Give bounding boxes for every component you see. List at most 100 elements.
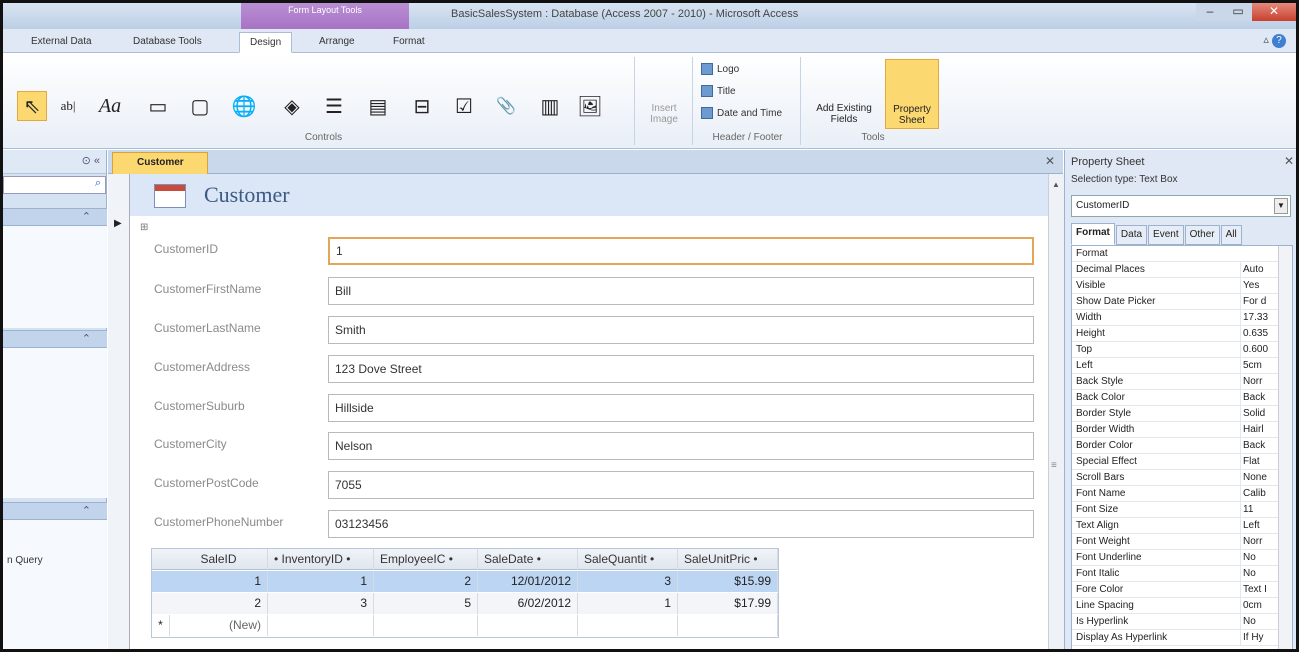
property-row[interactable]: Display As Hyperlink If Hy (1072, 630, 1292, 646)
nav-search-input[interactable]: ⌕ (3, 176, 106, 194)
property-row[interactable]: Left 5cm (1072, 358, 1292, 374)
tab-external-data[interactable]: External Data (21, 32, 102, 53)
minimize-ribbon-caret-icon[interactable]: ▵ (1263, 34, 1269, 46)
chevron-down-icon[interactable]: ▼ (1274, 198, 1288, 214)
table-row[interactable]: 2 3 5 6/02/2012 1 $17.99 (152, 593, 778, 614)
customer-last-name-field[interactable]: Smith (328, 316, 1034, 344)
web-browser-icon[interactable]: ◈ (277, 91, 307, 121)
property-row[interactable]: Line Spacing 0cm (1072, 598, 1292, 614)
cell-inventory-id[interactable]: 1 (268, 571, 374, 592)
tab-database-tools[interactable]: Database Tools (123, 32, 212, 53)
col-employee-id[interactable]: EmployeeIC • (374, 549, 478, 570)
cell-sale-unit-price[interactable]: $17.99 (678, 593, 778, 614)
close-document-icon[interactable]: ✕ (1045, 154, 1055, 168)
col-inventory-id[interactable]: • InventoryID • (268, 549, 374, 570)
property-row[interactable]: Fore Color Text I (1072, 582, 1292, 598)
selection-dropdown[interactable]: CustomerID ▼ (1071, 195, 1291, 217)
property-row[interactable]: Special Effect Flat (1072, 454, 1292, 470)
property-row[interactable]: Top 0.600 (1072, 342, 1292, 358)
combo-box-icon[interactable]: ▥ (535, 91, 565, 121)
scroll-up-icon[interactable]: ▲ (1052, 180, 1060, 189)
customer-first-name-field[interactable]: Bill (328, 277, 1034, 305)
new-cell-sale-unit-price[interactable] (678, 615, 778, 636)
cell-sale-quantity[interactable]: 1 (578, 593, 678, 614)
customer-suburb-field[interactable]: Hillside (328, 394, 1034, 422)
customer-address-field[interactable]: 123 Dove Street (328, 355, 1034, 383)
property-row[interactable]: Border Style Solid (1072, 406, 1292, 422)
add-existing-fields-button[interactable]: Add Existing Fields (809, 59, 879, 129)
cell-employee-id[interactable]: 5 (374, 593, 478, 614)
property-value[interactable]: 17.33 (1240, 310, 1270, 325)
label-icon[interactable]: Aa (95, 91, 125, 121)
tab-arrange[interactable]: Arrange (309, 32, 365, 53)
property-row[interactable]: Show Date Picker For d (1072, 294, 1292, 310)
property-row[interactable]: Is Hyperlink No (1072, 614, 1292, 630)
col-sale-date[interactable]: SaleDate • (478, 549, 578, 570)
property-value[interactable]: 0.600 (1240, 342, 1270, 357)
col-sale-id[interactable]: SaleID (170, 549, 268, 570)
property-value[interactable]: 5cm (1240, 358, 1270, 373)
property-value[interactable]: No (1240, 614, 1270, 629)
image-icon[interactable]: 🖼 (575, 91, 605, 121)
form-vertical-scrollbar[interactable]: ▲ ≡ (1048, 174, 1064, 649)
navigation-control-icon[interactable]: ☰ (319, 91, 349, 121)
customer-id-field[interactable]: 1 (328, 237, 1034, 265)
checkbox-icon[interactable]: ☑ (449, 91, 479, 121)
col-sale-unit-price[interactable]: SaleUnitPric • (678, 549, 778, 570)
property-sheet-close-icon[interactable]: ✕ (1284, 154, 1294, 168)
new-cell-sale-quantity[interactable] (578, 615, 678, 636)
property-row[interactable]: Scroll Bars None (1072, 470, 1292, 486)
property-row[interactable]: Font Underline No (1072, 550, 1292, 566)
property-value[interactable]: Back (1240, 438, 1270, 453)
property-value[interactable]: Yes (1240, 278, 1270, 293)
cell-inventory-id[interactable]: 3 (268, 593, 374, 614)
property-row[interactable]: Border Width Hairl (1072, 422, 1292, 438)
nav-pane-header[interactable]: ⊙ « (3, 150, 106, 174)
logo-button[interactable]: Logo (701, 63, 739, 75)
property-value[interactable]: No (1240, 550, 1270, 565)
property-row[interactable]: Width 17.33 (1072, 310, 1292, 326)
tab-other[interactable]: Other (1184, 225, 1220, 245)
property-row[interactable]: Format (1072, 246, 1292, 262)
property-sheet-button[interactable]: Property Sheet (885, 59, 939, 129)
button-icon[interactable]: ▭ (143, 91, 173, 121)
property-grid-scrollbar[interactable] (1278, 246, 1292, 649)
nav-group-header-3[interactable]: ⌃ (3, 502, 107, 520)
property-value[interactable]: 0.635 (1240, 326, 1270, 341)
property-value[interactable]: Back (1240, 390, 1270, 405)
property-value[interactable]: Norr (1240, 374, 1270, 389)
property-row[interactable]: Font Size 11 (1072, 502, 1292, 518)
new-cell-inventory-id[interactable] (268, 615, 374, 636)
help-icon[interactable]: ? (1272, 34, 1286, 48)
cell-sale-id[interactable]: 1 (170, 571, 268, 592)
attachment-clip-icon[interactable]: 📎 (491, 91, 521, 121)
insert-image-button[interactable]: Insert Image (639, 59, 689, 129)
tab-all[interactable]: All (1220, 225, 1242, 245)
scroll-grip-icon[interactable]: ≡ (1051, 460, 1057, 471)
restore-button[interactable]: ▭ (1224, 3, 1252, 21)
col-sale-quantity[interactable]: SaleQuantit • (578, 549, 678, 570)
new-record-label[interactable]: (New) (170, 615, 268, 636)
minimize-button[interactable]: – (1196, 3, 1224, 21)
property-value[interactable]: Text I (1240, 582, 1270, 597)
close-button[interactable]: ✕ (1252, 3, 1296, 21)
date-time-button[interactable]: Date and Time (701, 107, 782, 119)
customer-phone-number-field[interactable]: 03123456 (328, 510, 1034, 538)
property-value[interactable]: Hairl (1240, 422, 1270, 437)
property-row[interactable]: Back Style Norr (1072, 374, 1292, 390)
hyperlink-globe-icon[interactable]: 🌐 (229, 91, 259, 121)
property-value[interactable]: Calib (1240, 486, 1270, 501)
property-row[interactable]: Font Weight Norr (1072, 534, 1292, 550)
property-row[interactable]: Font Italic No (1072, 566, 1292, 582)
table-row[interactable]: 1 1 2 12/01/2012 3 $15.99 (152, 571, 778, 592)
tab-format[interactable]: Format (1071, 223, 1115, 245)
property-row[interactable]: Font Name Calib (1072, 486, 1292, 502)
option-group-icon[interactable]: ▤ (363, 91, 393, 121)
record-selector[interactable]: ▶ (108, 174, 130, 649)
tab-event[interactable]: Event (1148, 225, 1184, 245)
property-row[interactable]: Border Color Back (1072, 438, 1292, 454)
property-row[interactable]: Back Color Back (1072, 390, 1292, 406)
tab-format[interactable]: Format (383, 32, 435, 53)
nav-item-query[interactable]: n Query (7, 555, 43, 566)
tab-control-icon[interactable]: ▢ (185, 91, 215, 121)
